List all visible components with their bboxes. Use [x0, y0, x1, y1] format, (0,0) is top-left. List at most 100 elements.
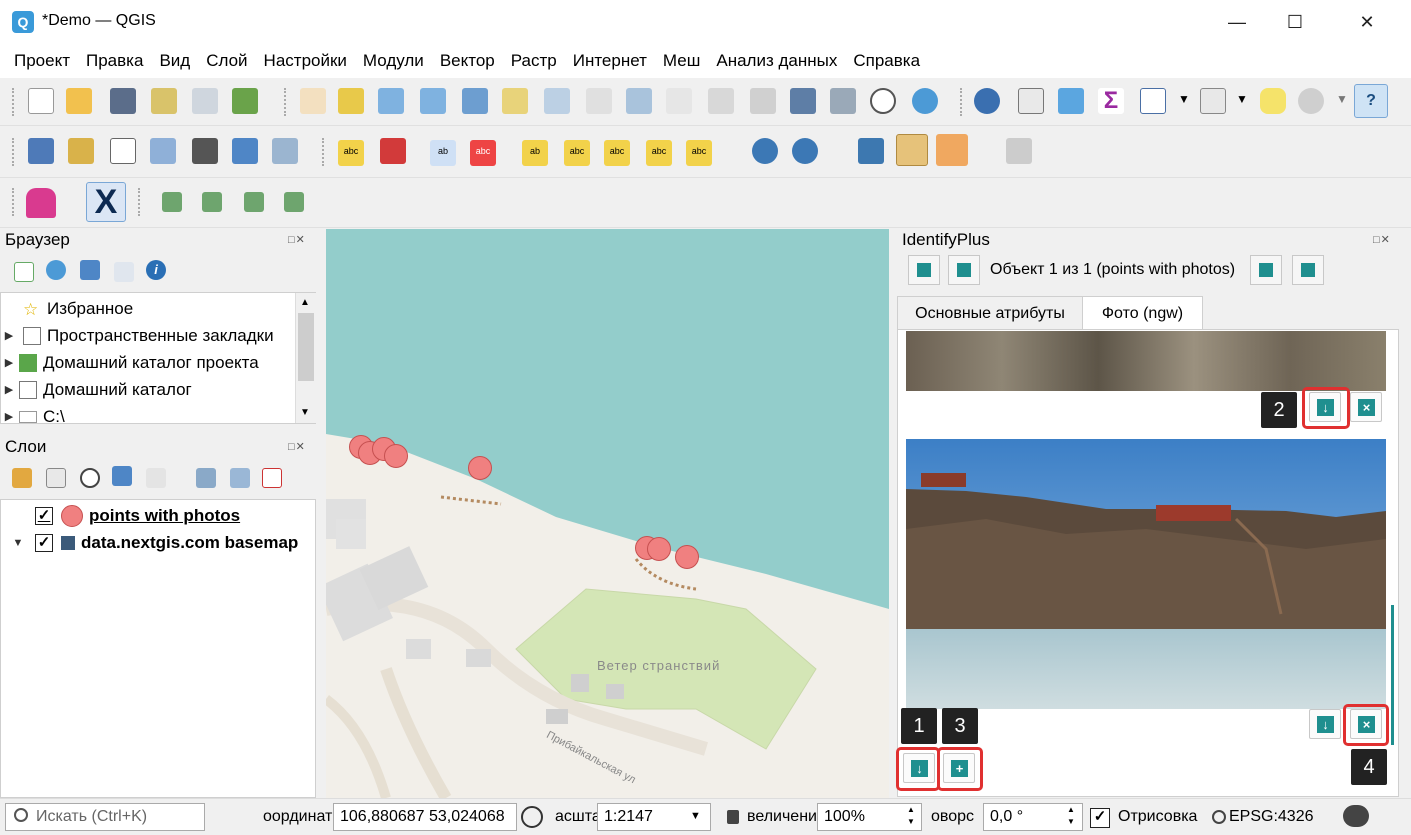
panel-float-close-icon[interactable]: □✕ — [1373, 233, 1391, 246]
maximize-button[interactable]: ☐ — [1266, 0, 1324, 44]
zoom-to-layer-icon[interactable] — [544, 88, 570, 114]
map-tips-icon[interactable] — [1260, 88, 1286, 114]
menu-help[interactable]: Справка — [845, 51, 928, 71]
field-calculator-icon[interactable] — [1140, 88, 1166, 114]
new-3d-view-icon[interactable] — [750, 88, 776, 114]
save-as-icon[interactable] — [151, 88, 177, 114]
menu-raster[interactable]: Растр — [503, 51, 565, 71]
expand-arrow-icon[interactable]: ▶ — [1, 383, 17, 396]
pin-labels-icon[interactable]: ab — [430, 140, 456, 166]
toolbar-grip[interactable] — [322, 138, 326, 166]
pan-to-selection-icon[interactable] — [338, 88, 364, 114]
delete-photo-1-button[interactable]: × — [1350, 392, 1382, 422]
browser-item-favorites[interactable]: ☆ Избранное — [1, 295, 133, 322]
zoom-out-icon[interactable] — [420, 88, 446, 114]
scrollbar-thumb[interactable] — [298, 313, 314, 381]
browser-item-home[interactable]: ▶ Домашний каталог — [1, 376, 192, 403]
expand-arrow-icon[interactable]: ▶ — [1, 329, 17, 342]
rotate-label-icon[interactable]: abc — [646, 140, 672, 166]
filter-icon[interactable] — [80, 260, 100, 280]
expand-all-icon[interactable] — [196, 468, 216, 488]
filter-legend-icon[interactable] — [112, 466, 132, 486]
panel-float-close-icon[interactable]: □✕ — [288, 233, 306, 246]
menu-project[interactable]: Проект — [6, 51, 78, 71]
tab-main-attributes[interactable]: Основные атрибуты — [897, 296, 1083, 330]
toolbar-grip[interactable] — [12, 88, 16, 116]
download-photo-2-button[interactable]: ↓ — [1309, 709, 1341, 739]
refresh-icon[interactable] — [912, 88, 938, 114]
attribute-table-icon[interactable] — [1018, 88, 1044, 114]
collapse-all-icon[interactable] — [230, 468, 250, 488]
menu-view[interactable]: Вид — [151, 51, 198, 71]
data-source-manager-icon[interactable] — [28, 138, 54, 164]
remove-layer-icon[interactable] — [262, 468, 282, 488]
collapse-all-icon[interactable] — [114, 262, 134, 282]
map-point[interactable] — [675, 545, 699, 569]
temporal-controller-icon[interactable] — [870, 88, 896, 114]
map-point[interactable] — [647, 537, 671, 561]
zoom-native-icon[interactable] — [586, 88, 612, 114]
layer-styling-icon[interactable] — [12, 468, 32, 488]
spin-arrows-icon[interactable]: ▲ ▼ — [1067, 804, 1075, 828]
zoom-next-icon[interactable] — [666, 88, 692, 114]
locator-gear-icon[interactable] — [1298, 88, 1324, 114]
toolbar-grip[interactable] — [138, 188, 142, 216]
crs-label[interactable]: EPSG:4326 — [1229, 808, 1314, 826]
measure-icon[interactable] — [1200, 88, 1226, 114]
add-vector-layer-icon[interactable] — [272, 138, 298, 164]
layer-diagram-icon[interactable] — [380, 138, 406, 164]
menu-plugins[interactable]: Модули — [355, 51, 432, 71]
browser-item-spatial-bookmarks[interactable]: ▶ Пространственные закладки — [1, 322, 274, 349]
new-virtual-layer-icon[interactable] — [192, 138, 218, 164]
eye-visibility-icon[interactable] — [80, 468, 100, 488]
add-wfs-layer-icon[interactable] — [792, 138, 818, 164]
python-console-icon[interactable] — [858, 138, 884, 164]
close-button[interactable]: ✕ — [1338, 0, 1396, 44]
menu-vector[interactable]: Вектор — [432, 51, 503, 71]
scroll-down-icon[interactable]: ▼ — [300, 407, 310, 418]
map-canvas[interactable]: Ветер странствий Прибайкальская ул — [326, 229, 889, 798]
render-checkbox[interactable]: ✓ — [1090, 808, 1110, 828]
layer-visibility-checkbox[interactable]: ✓ — [35, 506, 53, 525]
photo-scrollbar[interactable] — [1391, 605, 1394, 745]
add-feature-menu-icon[interactable] — [244, 192, 264, 212]
statistics-sigma-icon[interactable]: Σ — [1098, 88, 1124, 114]
locator-search-input[interactable]: Искать (Ctrl+K) — [5, 803, 205, 831]
last-object-button[interactable] — [1292, 255, 1324, 285]
layer-row-basemap[interactable]: ▼ ✓ data.nextgis.com basemap — [1, 529, 298, 556]
settings-gear-icon[interactable] — [1058, 88, 1084, 114]
show-bookmarks-icon[interactable] — [830, 88, 856, 114]
messages-icon[interactable] — [1343, 805, 1369, 827]
toolbar-grip[interactable] — [960, 88, 964, 116]
zoom-to-selection-icon[interactable] — [502, 88, 528, 114]
layer-row-points[interactable]: ✓ points with photos — [1, 502, 240, 529]
coordinate-toggle-icon[interactable] — [521, 806, 543, 828]
menu-mesh[interactable]: Меш — [655, 51, 708, 71]
add-feature-menu-icon[interactable] — [202, 192, 222, 212]
toolbar-grip[interactable] — [12, 138, 16, 166]
save-project-icon[interactable] — [110, 88, 136, 114]
refresh-icon[interactable] — [46, 260, 66, 280]
nextgis-connect-icon[interactable] — [26, 188, 56, 218]
layer-visibility-checkbox[interactable]: ✓ — [35, 533, 53, 552]
tab-photo-ngw[interactable]: Фото (ngw) — [1082, 296, 1203, 330]
expand-arrow-icon[interactable]: ▶ — [1, 410, 17, 423]
browser-scrollbar[interactable]: ▲ ▼ — [295, 293, 316, 423]
zoom-last-icon[interactable] — [626, 88, 652, 114]
prev-object-button[interactable] — [948, 255, 980, 285]
open-project-icon[interactable] — [66, 88, 92, 114]
db-manager-icon[interactable] — [896, 134, 928, 166]
chevron-down-icon[interactable]: ▼ — [690, 810, 701, 822]
print-layout-icon[interactable] — [192, 88, 218, 114]
zoom-full-icon[interactable] — [462, 88, 488, 114]
scroll-up-icon[interactable]: ▲ — [300, 297, 310, 308]
pan-icon[interactable] — [300, 88, 326, 114]
label-toolbar-icon[interactable]: abc — [338, 140, 364, 166]
add-selected-layers-icon[interactable] — [14, 262, 34, 282]
plugin-help-icon[interactable] — [1006, 138, 1032, 164]
add-group-icon[interactable] — [46, 468, 66, 488]
identify-features-icon[interactable] — [974, 88, 1000, 114]
filter-expression-icon[interactable] — [146, 468, 166, 488]
add-feature-icon[interactable] — [284, 192, 304, 212]
next-object-button[interactable] — [1250, 255, 1282, 285]
